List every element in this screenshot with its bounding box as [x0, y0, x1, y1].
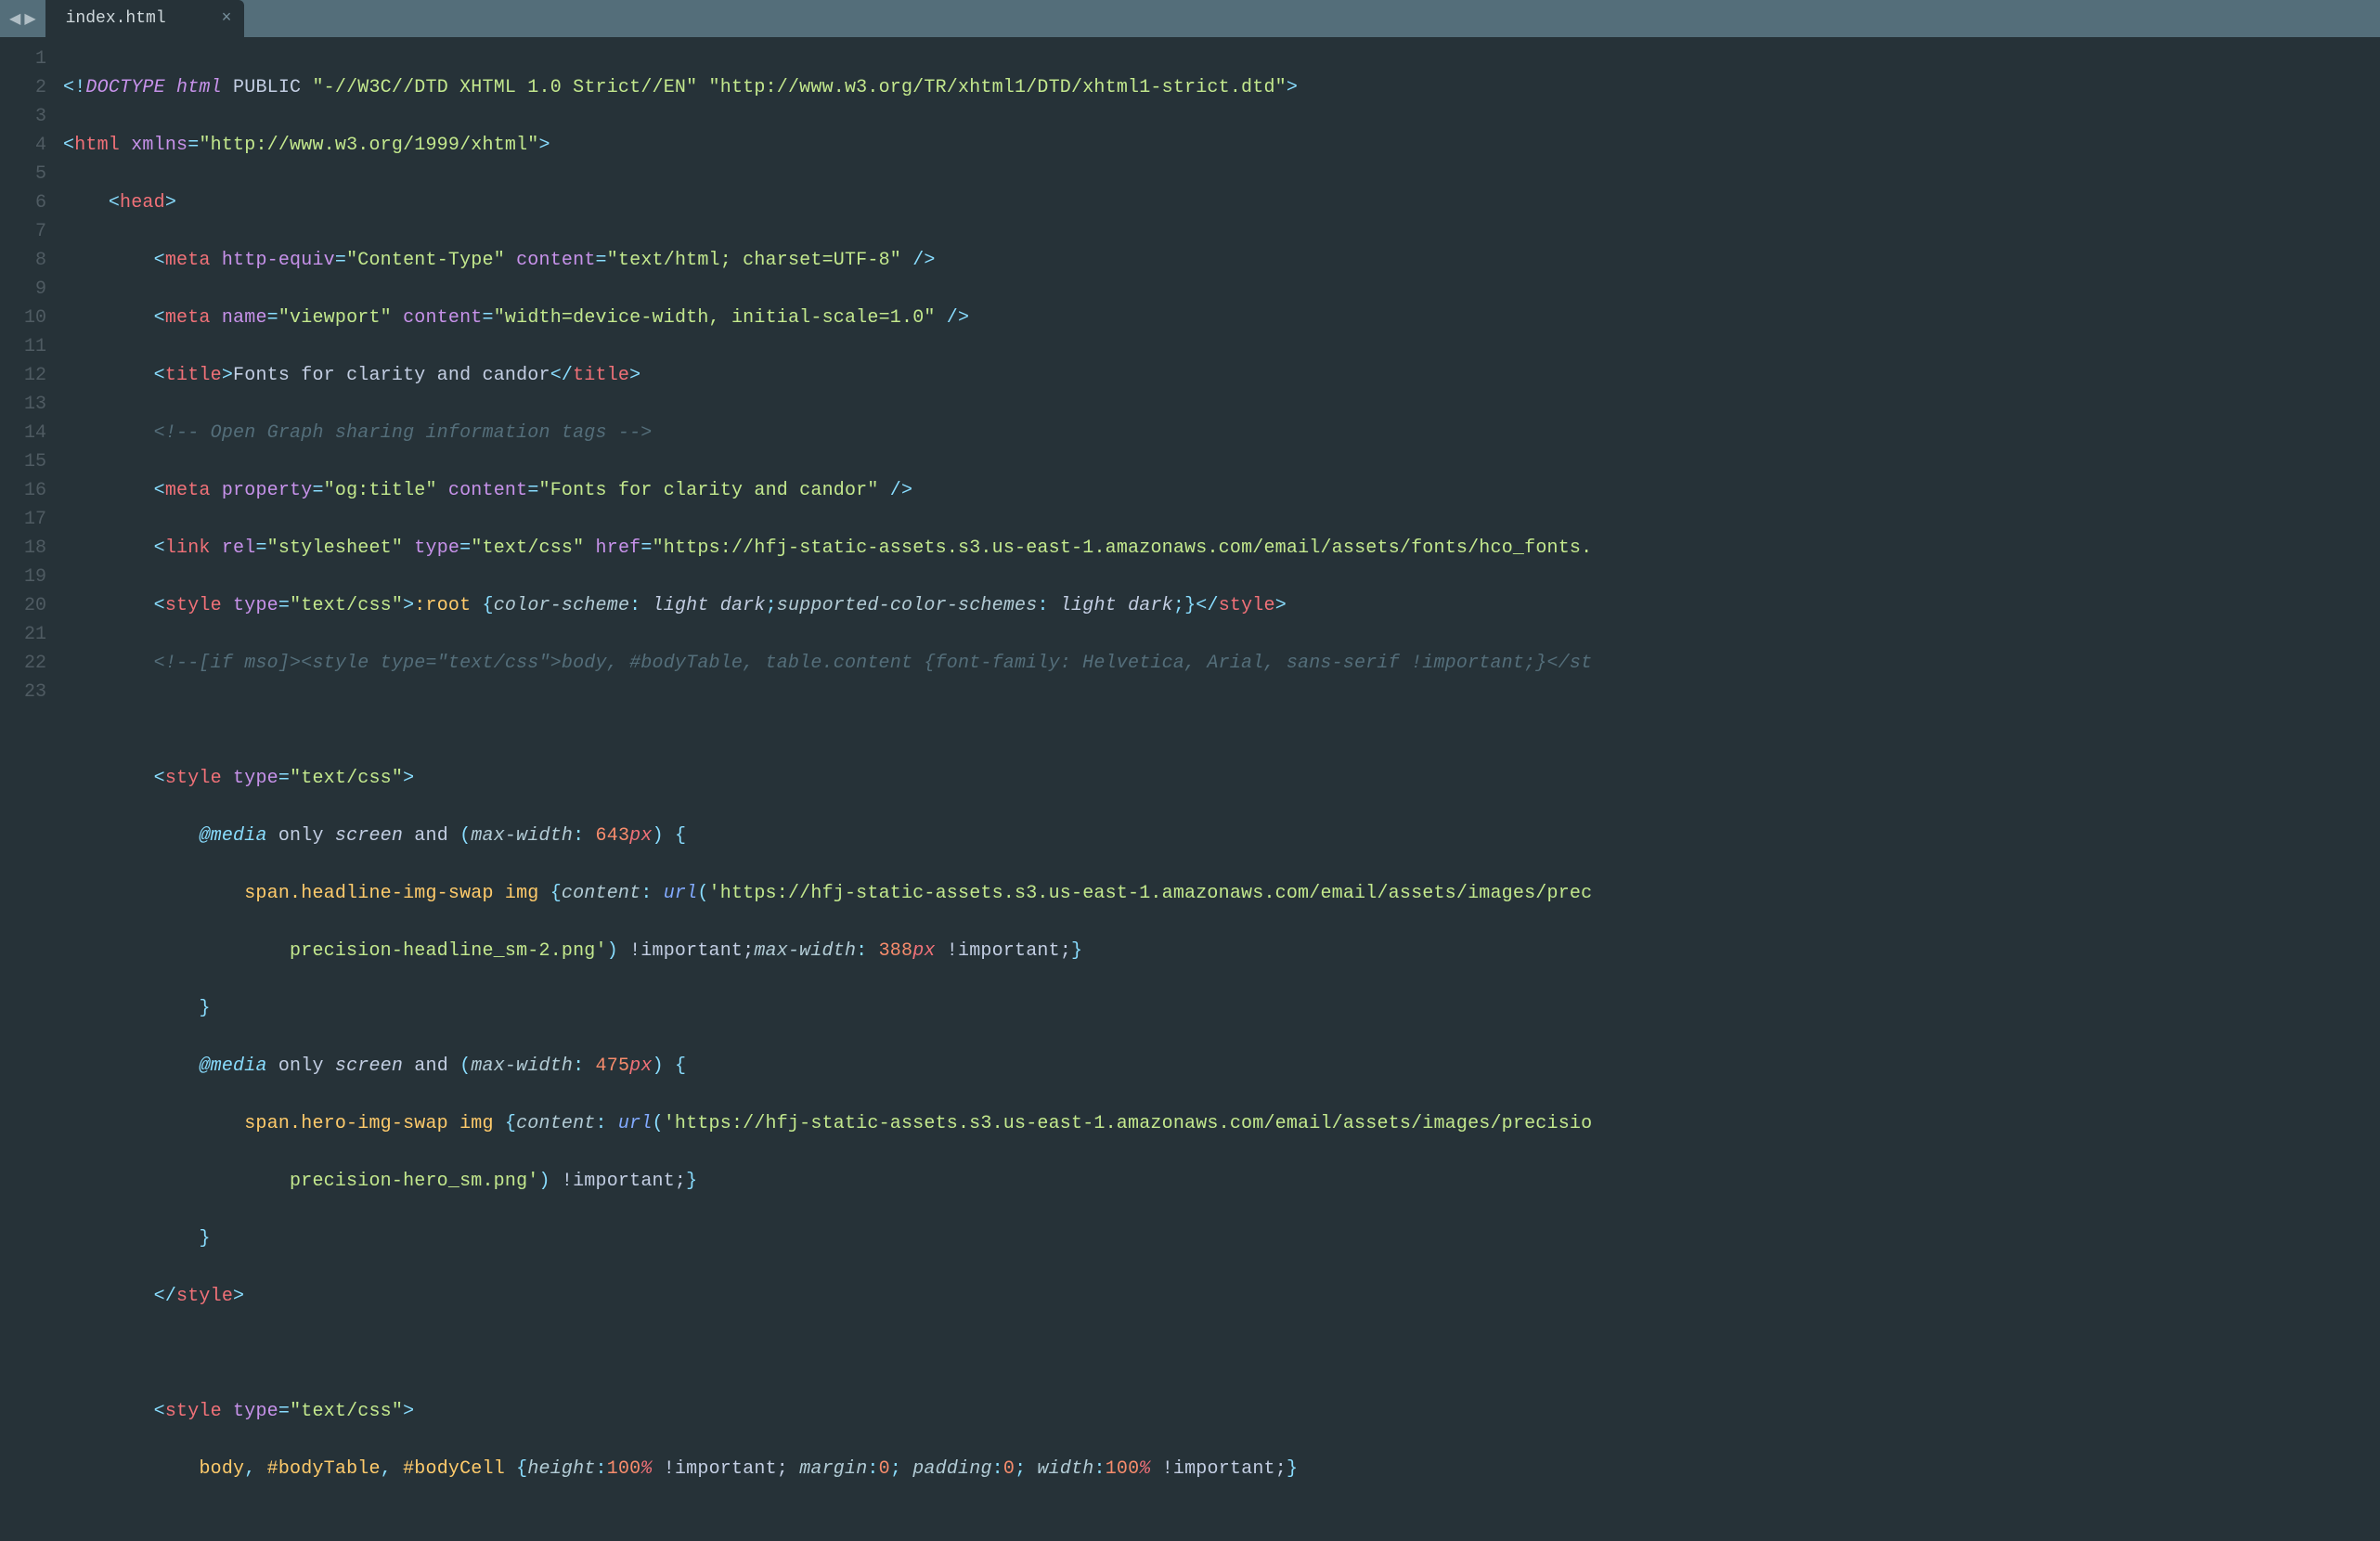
nav-forward-icon[interactable]: ▶: [24, 9, 35, 28]
code-line: </style>: [63, 1282, 2380, 1311]
code-line: <meta name="viewport" content="width=dev…: [63, 304, 2380, 332]
line-gutter: 1234567891011121314151617181920212223: [0, 37, 63, 891]
titlebar: ◀ ▶ index.html ×: [0, 0, 2380, 37]
code-content[interactable]: <!DOCTYPE html PUBLIC "-//W3C//DTD XHTML…: [63, 37, 2380, 891]
code-line: <style type="text/css">: [63, 1397, 2380, 1426]
code-line: precision-hero_sm.png') !important;}: [63, 1167, 2380, 1196]
code-line: <head>: [63, 188, 2380, 217]
code-line: span.hero-img-swap img {content: url('ht…: [63, 1109, 2380, 1138]
code-line: <!DOCTYPE html PUBLIC "-//W3C//DTD XHTML…: [63, 73, 2380, 102]
code-line: }: [63, 994, 2380, 1023]
code-line: @media only screen and (max-width: 643px…: [63, 822, 2380, 850]
code-line: <style type="text/css">:root {color-sche…: [63, 591, 2380, 620]
nav-back-icon[interactable]: ◀: [9, 9, 20, 28]
nav-arrows: ◀ ▶: [0, 0, 45, 37]
code-line: <meta http-equiv="Content-Type" content=…: [63, 246, 2380, 275]
code-line: <!--[if mso]><style type="text/css">body…: [63, 649, 2380, 678]
editor-area: 1234567891011121314151617181920212223 <!…: [0, 37, 2380, 891]
code-line: [63, 706, 2380, 735]
close-icon[interactable]: ×: [222, 9, 232, 28]
code-line: <html xmlns="http://www.w3.org/1999/xhtm…: [63, 131, 2380, 160]
code-line: }: [63, 1224, 2380, 1253]
tab-active[interactable]: index.html ×: [45, 0, 245, 37]
code-line: <style type="text/css">: [63, 764, 2380, 793]
code-line: <meta property="og:title" content="Fonts…: [63, 476, 2380, 505]
code-line: <title>Fonts for clarity and candor</tit…: [63, 361, 2380, 390]
code-line: span.headline-img-swap img {content: url…: [63, 879, 2380, 908]
code-line: @media only screen and (max-width: 475px…: [63, 1052, 2380, 1081]
code-line: <!-- Open Graph sharing information tags…: [63, 419, 2380, 447]
tab-title: index.html: [66, 9, 166, 28]
code-line: [63, 1340, 2380, 1368]
code-line: precision-headline_sm-2.png') !important…: [63, 937, 2380, 965]
code-line: <link rel="stylesheet" type="text/css" h…: [63, 534, 2380, 563]
code-line: body, #bodyTable, #bodyCell {height:100%…: [63, 1455, 2380, 1483]
